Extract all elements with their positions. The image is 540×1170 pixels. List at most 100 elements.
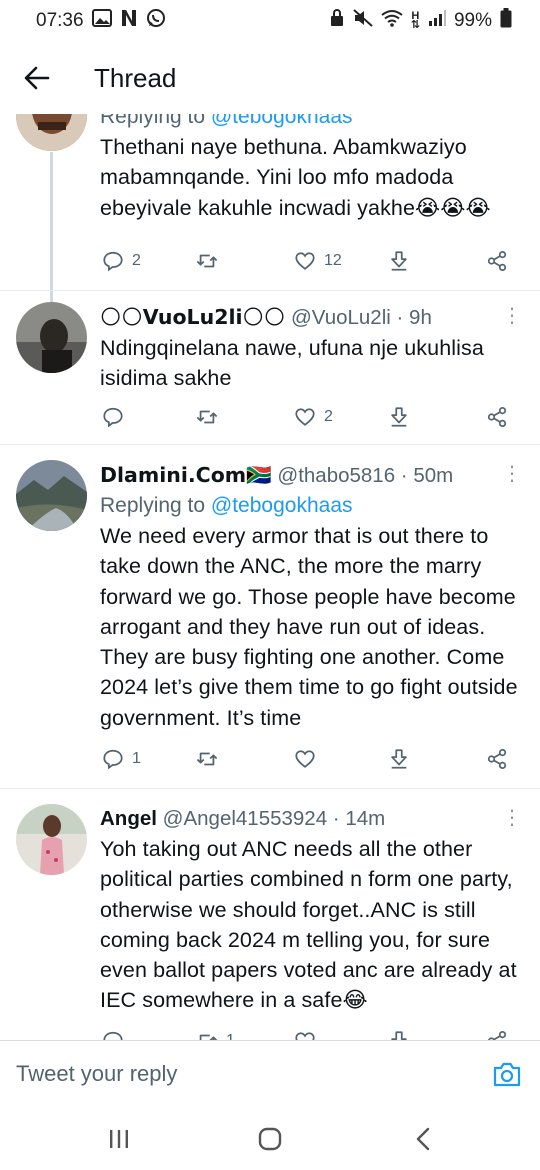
like-button[interactable]: 12 — [294, 250, 342, 272]
tweet-text: Thethani naye bethuna. Abamkwaziyo mabam… — [100, 135, 491, 220]
download-button[interactable] — [388, 1030, 410, 1040]
retweet-count: 1 — [226, 1032, 235, 1040]
like-icon — [295, 1032, 315, 1040]
reply-button[interactable] — [102, 406, 132, 428]
handle-time: @thabo5816 · 50m — [277, 464, 454, 487]
tweet-text: Ndingqinelana nawe, ufuna nje ukuhlisa i… — [100, 336, 484, 391]
download-icon — [391, 749, 407, 769]
home-icon — [258, 1127, 282, 1151]
reply-input[interactable]: Tweet your reply — [16, 1061, 177, 1087]
share-button[interactable] — [486, 250, 508, 272]
netflix-icon — [120, 9, 138, 33]
back-arrow-icon — [24, 66, 50, 90]
battery-icon — [500, 8, 512, 34]
display-name[interactable]: Angel — [100, 807, 157, 830]
battery-percent: 99% — [453, 10, 492, 31]
wifi-icon — [381, 9, 403, 33]
home-button[interactable] — [255, 1124, 285, 1154]
camera-icon — [493, 1062, 521, 1086]
retweet-button[interactable] — [196, 250, 226, 272]
chevron-left-icon — [416, 1127, 430, 1151]
reply-count: 2 — [132, 252, 141, 269]
avatar[interactable] — [16, 804, 87, 875]
share-icon — [487, 748, 507, 770]
status-bar: 07:36 H ⇅ 99% — [0, 0, 540, 42]
back-nav-button[interactable] — [408, 1124, 438, 1154]
like-button[interactable] — [294, 748, 324, 770]
divider — [0, 444, 540, 445]
camera-button[interactable] — [490, 1057, 524, 1091]
back-button[interactable] — [0, 42, 74, 114]
page-title: Thread — [94, 62, 177, 93]
lock-icon — [329, 9, 345, 33]
more-icon[interactable]: ⋮ — [502, 306, 522, 326]
retweet-icon — [199, 1034, 218, 1040]
signal-icon — [428, 10, 446, 32]
thread-list[interactable]: Replying to @tebogokhaas Thethani naye b… — [0, 114, 540, 1040]
replying-to: Replying to @tebogokhaas — [100, 494, 353, 517]
whatsapp-icon — [146, 8, 166, 34]
like-button[interactable] — [294, 1030, 324, 1040]
like-icon — [295, 408, 315, 426]
tweet-text: Yoh taking out ANC needs all the other p… — [100, 837, 517, 1013]
more-icon[interactable]: ⋮ — [502, 808, 522, 828]
retweet-icon — [196, 752, 218, 766]
tweet-item[interactable]: Angel @Angel41553924 · 14m Yoh taking ou… — [0, 790, 540, 1040]
display-name[interactable]: Dlamini.Com🇿🇦 — [100, 463, 272, 487]
more-icon[interactable]: ⋮ — [502, 464, 522, 484]
display-name[interactable]: 🌕🌕VuoLu2li🌕🌕 — [100, 305, 285, 329]
handle-time: @Angel41553924 · 14m — [162, 807, 386, 830]
retweet-icon — [196, 254, 218, 268]
tweet-item[interactable]: Dlamini.Com🇿🇦 @thabo5816 · 50m Replying … — [0, 446, 540, 786]
retweet-button[interactable]: 1 — [196, 1030, 235, 1040]
like-button[interactable]: 2 — [294, 406, 333, 428]
reply-icon — [103, 749, 123, 770]
tweet-item[interactable]: Replying to @tebogokhaas Thethani naye b… — [0, 114, 540, 342]
retweet-button[interactable] — [196, 406, 226, 428]
reply-count: 1 — [132, 750, 141, 767]
reply-button[interactable]: 2 — [102, 250, 141, 272]
avatar[interactable] — [16, 302, 87, 373]
mention-link[interactable]: @tebogokhaas — [211, 494, 353, 517]
reply-icon — [103, 1031, 123, 1040]
like-icon — [295, 252, 315, 270]
reply-button[interactable] — [102, 1030, 132, 1040]
like-count: 2 — [324, 408, 333, 425]
tweet-item[interactable]: 🌕🌕VuoLu2li🌕🌕 @VuoLu2li · 9h Ndingqinelan… — [0, 292, 540, 442]
download-icon — [391, 407, 407, 427]
download-icon — [391, 1031, 407, 1040]
share-icon — [487, 406, 507, 428]
divider — [0, 290, 540, 291]
share-icon — [487, 250, 507, 272]
reply-button[interactable]: 1 — [102, 748, 141, 770]
recents-icon — [110, 1130, 128, 1148]
download-icon — [391, 251, 407, 271]
share-icon — [488, 1030, 507, 1040]
mute-icon — [353, 9, 373, 33]
avatar[interactable] — [16, 460, 87, 531]
network-h-icon: H ⇅ — [410, 10, 420, 31]
download-button[interactable] — [388, 748, 410, 770]
like-count: 12 — [324, 252, 342, 269]
avatar[interactable] — [16, 114, 87, 151]
reply-icon — [103, 407, 123, 428]
recent-apps-button[interactable] — [104, 1124, 134, 1154]
mention-link[interactable]: @tebogokhaas — [211, 114, 353, 128]
share-button[interactable] — [486, 748, 508, 770]
share-button[interactable] — [486, 406, 508, 428]
handle-time: @VuoLu2li · 9h — [290, 306, 432, 329]
like-icon — [295, 750, 315, 768]
retweet-button[interactable] — [196, 748, 226, 770]
gallery-icon — [91, 9, 112, 33]
app-bar: Thread — [0, 42, 540, 114]
reply-composer[interactable]: Tweet your reply — [0, 1040, 540, 1106]
download-button[interactable] — [388, 406, 410, 428]
system-nav-bar — [0, 1106, 540, 1170]
tweet-text: We need every armor that is out there to… — [100, 524, 518, 730]
download-button[interactable] — [388, 250, 410, 272]
status-time: 07:36 — [36, 10, 84, 31]
retweet-icon — [196, 410, 218, 424]
share-button[interactable] — [486, 1030, 508, 1040]
divider — [0, 788, 540, 789]
replying-to: Replying to @tebogokhaas — [100, 114, 524, 132]
